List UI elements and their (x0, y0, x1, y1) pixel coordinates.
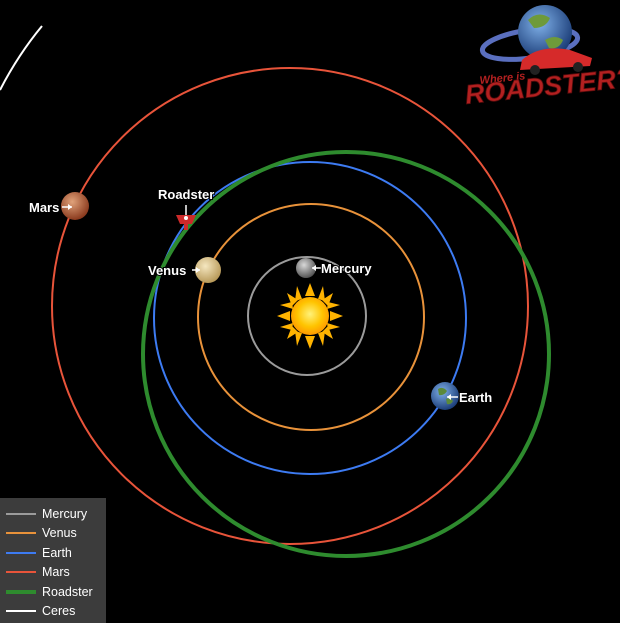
legend-swatch (6, 532, 36, 534)
legend-swatch (6, 610, 36, 612)
logo: Where is ROADSTER? (463, 5, 620, 110)
earth-marker[interactable]: Earth (431, 382, 493, 410)
legend-item-roadster[interactable]: Roadster (6, 582, 106, 601)
logo-title: ROADSTER? (463, 63, 620, 110)
legend-label: Mars (42, 565, 70, 579)
legend-label: Ceres (42, 604, 76, 618)
mercury-label: Mercury (321, 261, 372, 276)
earth-icon (431, 382, 459, 410)
legend-swatch (6, 551, 36, 554)
legend-item-venus[interactable]: Venus (6, 524, 106, 543)
orbit-diagram: Mercury Venus Mars Earth Roadster Where … (0, 0, 620, 623)
roadster-label: Roadster (158, 187, 214, 202)
ceres-orbit (0, 25, 43, 91)
legend-label: Mercury (42, 506, 88, 521)
legend-label: Earth (42, 545, 72, 560)
mercury-marker[interactable]: Mercury (296, 258, 373, 278)
mars-icon (61, 192, 89, 220)
legend-item-ceres[interactable]: Ceres (6, 602, 106, 621)
legend: Mercury Venus Earth Mars Roadster Ceres (0, 498, 106, 623)
legend-swatch (6, 512, 36, 515)
legend-swatch (6, 571, 36, 573)
legend-label: Venus (42, 526, 77, 540)
legend-label: Roadster (42, 584, 93, 599)
legend-item-mercury[interactable]: Mercury (6, 504, 106, 523)
venus-label: Venus (148, 263, 186, 278)
sun-icon (277, 283, 343, 349)
legend-swatch (6, 589, 36, 594)
mars-label: Mars (29, 200, 59, 215)
earth-label: Earth (459, 390, 492, 405)
legend-item-earth[interactable]: Earth (6, 543, 106, 562)
mars-marker[interactable]: Mars (28, 192, 89, 220)
legend-item-mars[interactable]: Mars (6, 563, 106, 582)
